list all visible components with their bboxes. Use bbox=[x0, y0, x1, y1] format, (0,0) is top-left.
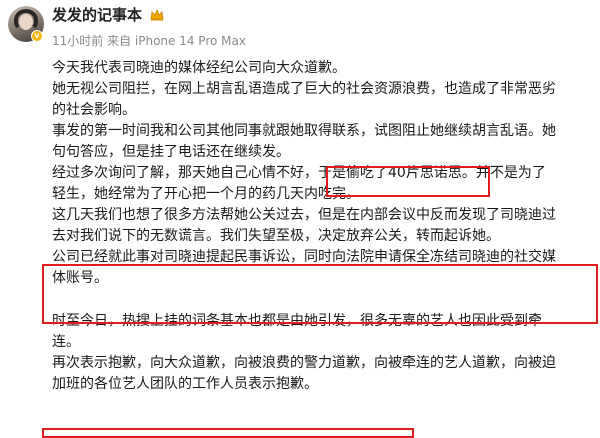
body-line: 时至今日，热搜上挂的词条基本也都是由她引发，很多无辜的艺人也因此受到牵 bbox=[52, 313, 542, 329]
body-line: 再次表示抱歉，向大众道歉，向被浪费的警力道歉，向被牵连的艺人道歉，向被迫 bbox=[52, 355, 556, 371]
body-line-highlighted: 体账号。 bbox=[52, 270, 108, 286]
crown-icon bbox=[150, 9, 164, 21]
body-line: 轻生，她经常为了开心把一个月的药几天内吃完。 bbox=[52, 186, 360, 202]
post-header: 发发的记事本 bbox=[52, 4, 164, 26]
post-body: 今天我代表司晓迪的媒体经纪公司向大众道歉。 她无视公司阻拦，在网上胡言乱语造成了… bbox=[52, 58, 592, 395]
body-line: 去对我们说下的无数谎言。我们失望至极，决定放弃公关，转而起诉她。 bbox=[52, 228, 500, 244]
username[interactable]: 发发的记事本 bbox=[52, 6, 142, 24]
body-text: 经过多次询问了解，那天她自己心情不好， bbox=[52, 165, 318, 181]
body-line: 她无视公司阻拦，在网上胡言乱语造成了巨大的社会资源浪费，也造成了非常恶劣 bbox=[52, 81, 556, 97]
body-text: 并不是为了 bbox=[475, 165, 546, 181]
verified-badge-icon: v bbox=[31, 30, 43, 42]
highlighted-phrase: 于是偷吃了40片思诺思。 bbox=[318, 165, 476, 181]
body-line: 事发的第一时间我和公司其他同事就跟她取得联系，试图阻止她继续胡言乱语。她 bbox=[52, 123, 556, 139]
body-line: 今天我代表司晓迪的媒体经纪公司向大众道歉。 bbox=[52, 60, 346, 76]
body-line: 加班的各位艺人团队的工作人员表示抱歉。 bbox=[52, 376, 318, 392]
post-meta: 11小时前 来自 iPhone 14 Pro Max bbox=[52, 34, 246, 48]
body-line: 连。 bbox=[52, 334, 80, 350]
red-highlight-box bbox=[42, 428, 414, 438]
body-line-with-highlight: 经过多次询问了解，那天她自己心情不好，于是偷吃了40片思诺思。并不是为了 bbox=[52, 163, 592, 184]
body-line: 这几天我们也想了很多方法帮她公关过去，但是在内部会议中反而发现了司晓迪过 bbox=[52, 207, 556, 223]
avatar-face bbox=[19, 14, 33, 30]
body-line: 的社会影响。 bbox=[52, 102, 136, 118]
body-line-highlighted: 公司已经就此事对司晓迪提起民事诉讼，同时向法院申请保全冻结司晓迪的社交媒 bbox=[52, 249, 556, 265]
body-line: 句句答应，但是挂了电话还在继续发。 bbox=[52, 144, 290, 160]
